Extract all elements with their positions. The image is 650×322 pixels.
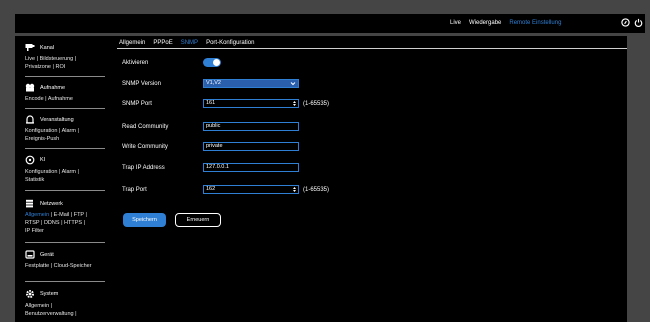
tab-snmp[interactable]: SNMP [181, 40, 198, 46]
nav-remote-settings[interactable]: Remote Einstellung [509, 20, 561, 26]
gear-icon [25, 289, 35, 299]
network-icon [25, 199, 35, 208]
stepper-icon[interactable] [292, 100, 297, 110]
trap-ip-label: Trap IP Address [122, 165, 165, 171]
trap-port-label: Trap Port [122, 187, 147, 193]
snmp-version-label: SNMP Version [122, 81, 161, 87]
sidebar-divider [25, 148, 105, 149]
tab-general[interactable]: Allgemein [119, 40, 145, 46]
trap-ip-input[interactable]: 127.0.0.1 [203, 163, 299, 172]
trap-ip-value: 127.0.0.1 [206, 164, 229, 170]
snmp-version-select[interactable]: V1,V2 [203, 79, 299, 88]
sidebar-divider [25, 242, 105, 243]
power-icon[interactable] [634, 18, 643, 27]
top-nav: Live Wiedergabe Remote Einstellung [450, 20, 561, 26]
info-icon[interactable] [621, 18, 630, 27]
sidebar-section-title: Kanal [40, 44, 55, 51]
renew-button[interactable]: Erneuern [175, 213, 221, 227]
snmp-port-label: SNMP Port [122, 101, 152, 107]
page: Live Wiedergabe Remote Einstellung Kanal… [0, 0, 650, 322]
read-community-label: Read Community [122, 124, 169, 130]
main-panel: Allgemein PPPoE SNMP Port-Konfiguration … [107, 36, 627, 322]
sidebar-section-title: Veranstaltung [40, 116, 74, 123]
snmp-port-value: 161 [206, 100, 216, 106]
sidebar-link-general-active[interactable]: Allgemein [25, 212, 49, 218]
nav-playback[interactable]: Wiedergabe [469, 20, 501, 26]
snmp-version-value: V1,V2 [206, 80, 221, 86]
sidebar-section-title: Gerät [40, 251, 54, 258]
sidebar-divider [25, 108, 105, 109]
alarm-icon [25, 115, 35, 124]
camera-icon [25, 43, 35, 52]
top-icons [621, 18, 643, 27]
trap-port-input[interactable]: 162 [203, 185, 299, 194]
nav-live[interactable]: Live [450, 20, 461, 26]
top-bar: Live Wiedergabe Remote Einstellung [15, 14, 645, 33]
read-community-value: public [206, 123, 221, 129]
write-community-input[interactable]: private [203, 142, 299, 151]
enable-label: Aktivieren [122, 60, 149, 66]
sidebar-divider [25, 76, 105, 77]
sidebar-divider [25, 281, 105, 282]
stepper-icon[interactable] [292, 186, 297, 196]
sidebar-divider [25, 190, 105, 191]
enable-toggle[interactable] [203, 58, 221, 67]
trap-port-range: (1-65535) [303, 187, 330, 193]
tab-port-config[interactable]: Port-Konfiguration [206, 40, 254, 46]
sidebar-section-title: KI [40, 157, 46, 163]
snmp-port-input[interactable]: 161 [203, 99, 299, 108]
hdd-icon [25, 250, 35, 259]
record-icon [25, 83, 35, 92]
sidebar-section-title: System [40, 291, 59, 297]
read-community-input[interactable]: public [203, 122, 299, 131]
snmp-port-range: (1-65535) [303, 101, 330, 107]
toggle-knob [213, 59, 220, 66]
chevron-down-icon [290, 81, 296, 89]
write-community-label: Write Community [122, 144, 168, 150]
sidebar-link-rest[interactable]: | E-Mail | FTP | [49, 212, 87, 218]
sidebar-section-title: Aufnahme [40, 84, 66, 91]
tab-pppoe[interactable]: PPPoE [153, 40, 172, 46]
ai-icon [25, 155, 35, 165]
write-community-value: private [206, 143, 223, 149]
save-button[interactable]: Speichern [123, 213, 166, 227]
trap-port-value: 162 [206, 186, 216, 192]
tab-underline [117, 48, 627, 49]
tab-bar: Allgemein PPPoE SNMP Port-Konfiguration [119, 40, 254, 46]
sidebar-section-title: Netzwerk [40, 200, 63, 207]
